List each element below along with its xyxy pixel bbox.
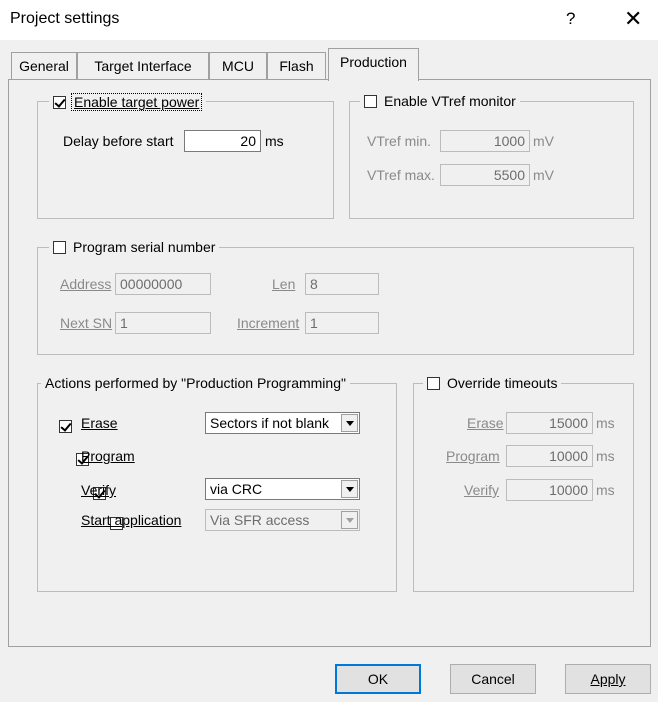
erase-checkbox[interactable] <box>59 419 72 433</box>
tab-production[interactable]: Production <box>328 48 419 81</box>
increment-label: Increment <box>237 315 300 331</box>
target-power-group <box>37 101 334 219</box>
apply-button-label: Apply <box>590 671 626 687</box>
override-timeouts-label: Override timeouts <box>447 375 558 391</box>
tab-flash[interactable]: Flash <box>267 52 326 79</box>
len-label: Len <box>272 276 296 292</box>
start-application-select-value: Via SFR access <box>210 512 310 528</box>
enable-target-power-checkbox[interactable] <box>53 95 66 109</box>
delay-label: Delay before start <box>63 133 174 149</box>
help-button[interactable]: ? <box>566 9 575 29</box>
address-label: Address <box>60 276 112 292</box>
target-power-legend: Enable target power <box>49 93 207 111</box>
increment-input[interactable]: 1 <box>305 312 379 334</box>
verify-select[interactable]: via CRC <box>205 478 360 500</box>
tab-general[interactable]: General <box>11 52 77 79</box>
delay-unit: ms <box>265 133 284 149</box>
enable-target-power-label: Enable target power <box>71 93 203 111</box>
enable-vtref-label: Enable VTref monitor <box>384 93 516 109</box>
window-title: Project settings <box>10 10 120 27</box>
vtref-min-unit: mV <box>533 133 554 149</box>
tab-production-label: Production <box>340 54 407 70</box>
actions-legend: Actions performed by "Production Program… <box>41 375 350 391</box>
chevron-down-icon[interactable] <box>341 480 358 498</box>
delay-input[interactable]: 20 <box>184 130 261 152</box>
verify-label: Verify <box>81 482 117 498</box>
vtref-max-label: VTref max. <box>367 167 435 183</box>
next-sn-label: Next SN <box>60 315 113 331</box>
tab-general-label: General <box>19 58 69 74</box>
timeout-verify-input[interactable]: 10000 <box>506 479 593 501</box>
vtref-max-input[interactable]: 5500 <box>440 164 530 186</box>
serial-legend: Program serial number <box>49 239 220 255</box>
start-application-label: Start application <box>81 512 182 528</box>
apply-button[interactable]: Apply <box>565 664 651 694</box>
timeouts-legend: Override timeouts <box>423 375 562 391</box>
tab-mcu[interactable]: MCU <box>209 52 267 79</box>
vtref-min-input[interactable]: 1000 <box>440 130 530 152</box>
vtref-max-unit: mV <box>533 167 554 183</box>
erase-select[interactable]: Sectors if not blank <box>205 412 360 434</box>
program-serial-checkbox[interactable] <box>53 240 66 254</box>
address-input[interactable]: 00000000 <box>115 273 211 295</box>
vtref-min-label: VTref min. <box>367 133 432 149</box>
timeout-program-input[interactable]: 10000 <box>506 445 593 467</box>
timeout-erase-input[interactable]: 15000 <box>506 412 593 434</box>
timeout-erase-label: Erase <box>467 415 504 431</box>
erase-label: Erase <box>81 415 118 431</box>
tab-target-interface[interactable]: Target Interface <box>77 52 209 79</box>
actions-label: Actions performed by "Production Program… <box>45 375 346 391</box>
enable-vtref-checkbox[interactable] <box>364 94 377 108</box>
timeout-program-unit: ms <box>596 448 615 464</box>
override-timeouts-checkbox[interactable] <box>427 376 440 390</box>
next-sn-input[interactable]: 1 <box>115 312 211 334</box>
timeout-verify-unit: ms <box>596 482 615 498</box>
cancel-button[interactable]: Cancel <box>450 664 536 694</box>
tab-mcu-label: MCU <box>222 58 254 74</box>
timeout-verify-label: Verify <box>464 482 500 498</box>
chevron-down-icon[interactable] <box>341 511 358 529</box>
timeout-erase-unit: ms <box>596 415 615 431</box>
tab-flash-label: Flash <box>279 58 314 74</box>
verify-select-value: via CRC <box>210 481 263 497</box>
timeout-program-label: Program <box>446 448 500 464</box>
erase-select-value: Sectors if not blank <box>210 415 330 431</box>
start-application-select[interactable]: Via SFR access <box>205 509 360 531</box>
vtref-group <box>349 101 634 219</box>
program-serial-label: Program serial number <box>73 239 216 255</box>
ok-button[interactable]: OK <box>335 664 421 694</box>
program-label: Program <box>81 448 135 464</box>
vtref-legend: Enable VTref monitor <box>360 93 520 109</box>
serial-group <box>37 247 634 355</box>
close-icon[interactable]: ✕ <box>624 6 642 32</box>
len-input[interactable]: 8 <box>305 273 379 295</box>
chevron-down-icon[interactable] <box>341 414 358 432</box>
title-bar: Project settings ? ✕ <box>0 0 658 40</box>
tab-target-interface-label: Target Interface <box>94 58 192 74</box>
